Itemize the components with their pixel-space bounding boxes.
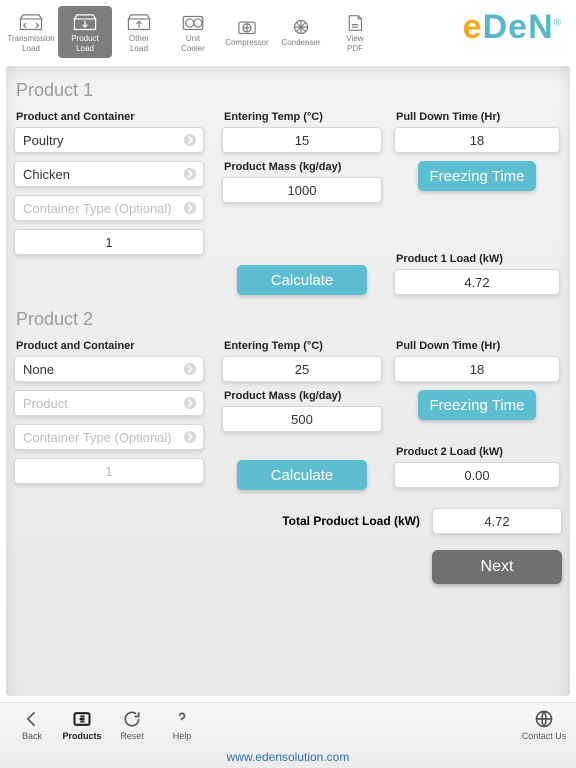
question-icon bbox=[171, 709, 193, 729]
condenser-icon bbox=[288, 17, 314, 37]
box-arrows-icon bbox=[18, 13, 44, 33]
p2-pm-label: Product Mass (kg/day) bbox=[224, 390, 382, 402]
total-load-output: 4.72 bbox=[432, 508, 562, 534]
p1-qty-input[interactable]: 1 bbox=[14, 229, 204, 255]
p2-load-output: 0.00 bbox=[394, 462, 560, 488]
p1-category-select[interactable]: Poultry bbox=[14, 127, 204, 153]
top-tabs: TransmissionLoad ProductLoad OtherLoad U… bbox=[4, 6, 382, 58]
tab-unit-cooler[interactable]: UnitCooler bbox=[166, 6, 220, 58]
p1-product-select[interactable]: Chicken bbox=[14, 161, 204, 187]
p1-pm-label: Product Mass (kg/day) bbox=[224, 161, 382, 173]
chevron-right-icon bbox=[183, 133, 197, 147]
p1-load-label: Product 1 Load (kW) bbox=[396, 253, 558, 265]
p2-container-select[interactable]: Container Type (Optional) bbox=[14, 424, 204, 450]
tab-other-load[interactable]: OtherLoad bbox=[112, 6, 166, 58]
p1-pc-label: Product and Container bbox=[16, 111, 204, 123]
total-load-label: Total Product Load (kW) bbox=[14, 514, 432, 528]
p1-product-mass-input[interactable]: 1000 bbox=[222, 177, 382, 203]
chevron-right-icon bbox=[183, 362, 197, 376]
p2-pulldown-input[interactable]: 18 bbox=[394, 356, 560, 382]
compressor-icon bbox=[234, 17, 260, 37]
p2-et-label: Entering Temp (°C) bbox=[224, 340, 382, 352]
tab-condenser[interactable]: Condenser bbox=[274, 6, 328, 58]
p2-entering-temp-input[interactable]: 25 bbox=[222, 356, 382, 382]
p2-qty-input[interactable]: 1 bbox=[14, 458, 204, 484]
chevron-right-icon bbox=[183, 396, 197, 410]
box-up-icon bbox=[126, 13, 152, 33]
p1-pd-label: Pull Down Time (Hr) bbox=[396, 111, 560, 123]
p2-load-label: Product 2 Load (kW) bbox=[396, 446, 558, 458]
contact-us-button[interactable]: Contact Us bbox=[520, 709, 568, 741]
back-button[interactable]: Back bbox=[8, 709, 56, 741]
p2-pd-label: Pull Down Time (Hr) bbox=[396, 340, 560, 352]
refresh-icon bbox=[121, 709, 143, 729]
p2-calculate-button[interactable]: Calculate bbox=[237, 460, 367, 490]
p2-category-select[interactable]: None bbox=[14, 356, 204, 382]
p2-product-mass-input[interactable]: 500 bbox=[222, 406, 382, 432]
bottom-bar: Back Products Reset Help Contact Us www.… bbox=[0, 702, 576, 768]
chevron-right-icon bbox=[183, 167, 197, 181]
p2-pc-label: Product and Container bbox=[16, 340, 204, 352]
p2-product-select[interactable]: Product bbox=[14, 390, 204, 416]
p1-freezing-time-button[interactable]: Freezing Time bbox=[418, 161, 536, 191]
reset-button[interactable]: Reset bbox=[108, 709, 156, 741]
p1-load-output: 4.72 bbox=[394, 269, 560, 295]
content-panel: Product 1 Product and Container Poultry … bbox=[6, 66, 570, 696]
p1-entering-temp-input[interactable]: 15 bbox=[222, 127, 382, 153]
chevron-right-icon bbox=[183, 430, 197, 444]
tab-compressor[interactable]: Compressor bbox=[220, 6, 274, 58]
product2-title: Product 2 bbox=[16, 309, 562, 330]
help-button[interactable]: Help bbox=[158, 709, 206, 741]
euro-note-icon bbox=[71, 709, 93, 729]
next-button[interactable]: Next bbox=[432, 550, 562, 584]
fan-unit-icon bbox=[180, 13, 206, 33]
p1-calculate-button[interactable]: Calculate bbox=[237, 265, 367, 295]
globe-icon bbox=[533, 709, 555, 729]
brand-logo: eDeN® bbox=[463, 6, 572, 47]
p2-freezing-time-button[interactable]: Freezing Time bbox=[418, 390, 536, 420]
chevron-right-icon bbox=[183, 201, 197, 215]
tab-transmission-load[interactable]: TransmissionLoad bbox=[4, 6, 58, 58]
box-down-icon bbox=[72, 13, 98, 33]
chevron-left-icon bbox=[21, 709, 43, 729]
product1-title: Product 1 bbox=[16, 80, 562, 101]
tab-product-load[interactable]: ProductLoad bbox=[58, 6, 112, 58]
website-link[interactable]: www.edensolution.com bbox=[0, 750, 576, 764]
p1-container-select[interactable]: Container Type (Optional) bbox=[14, 195, 204, 221]
tab-view-pdf[interactable]: ViewPDF bbox=[328, 6, 382, 58]
pdf-icon bbox=[342, 13, 368, 33]
p1-et-label: Entering Temp (°C) bbox=[224, 111, 382, 123]
p1-pulldown-input[interactable]: 18 bbox=[394, 127, 560, 153]
products-button[interactable]: Products bbox=[58, 709, 106, 741]
